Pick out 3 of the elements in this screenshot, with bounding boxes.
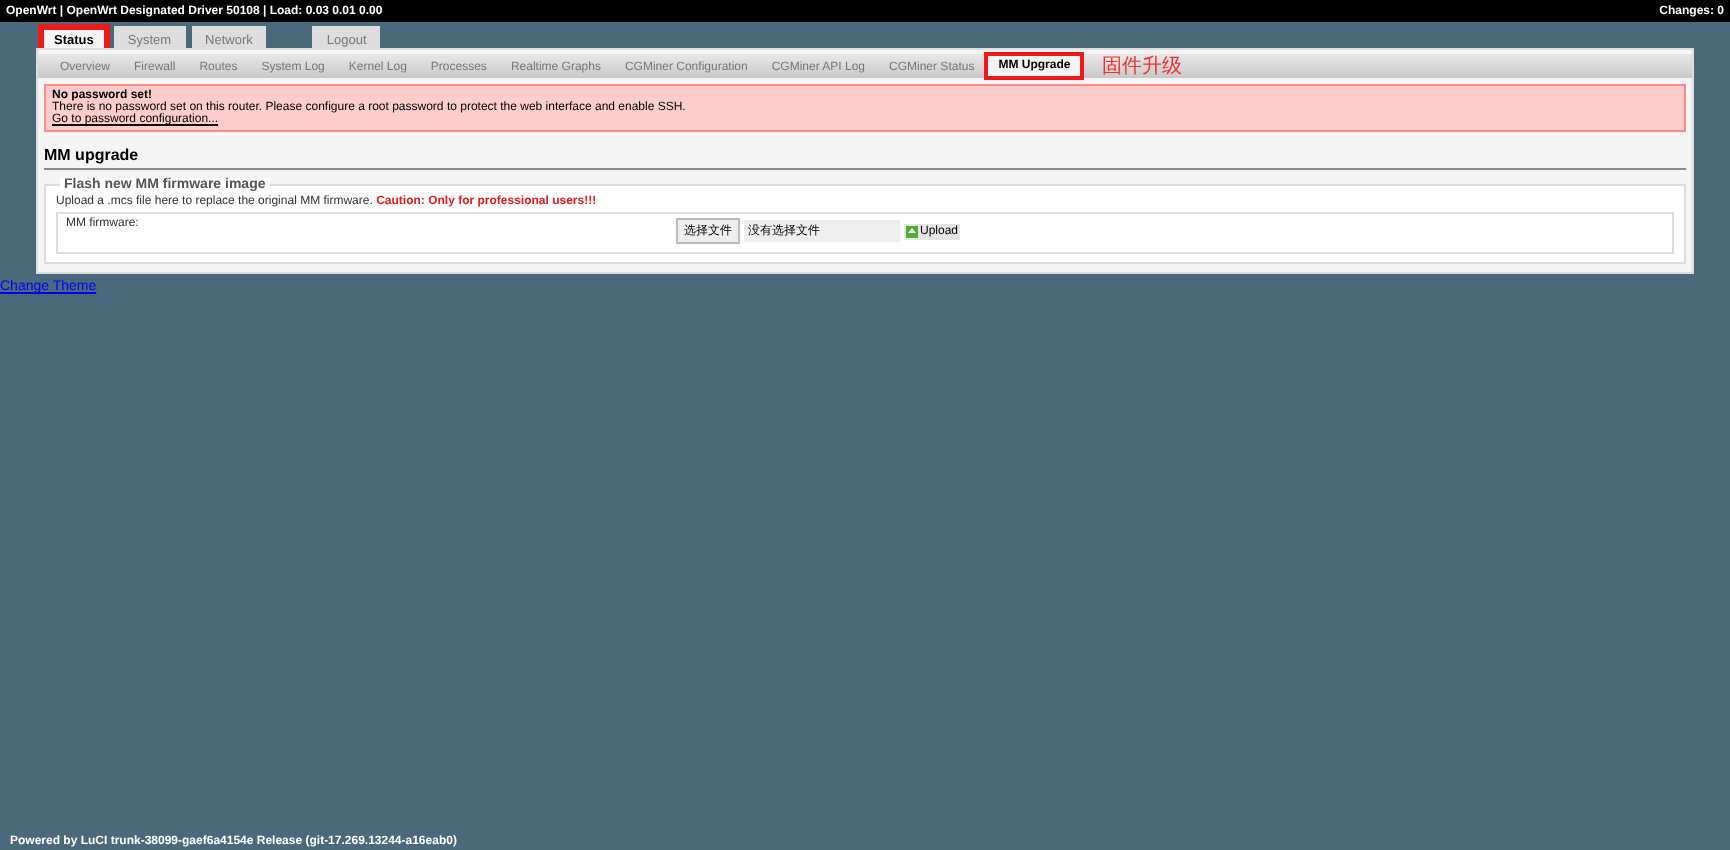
annotation-text: 固件升级 [1102,58,1183,78]
upload-icon [905,225,918,237]
section-title: MM upgrade [44,146,1686,170]
